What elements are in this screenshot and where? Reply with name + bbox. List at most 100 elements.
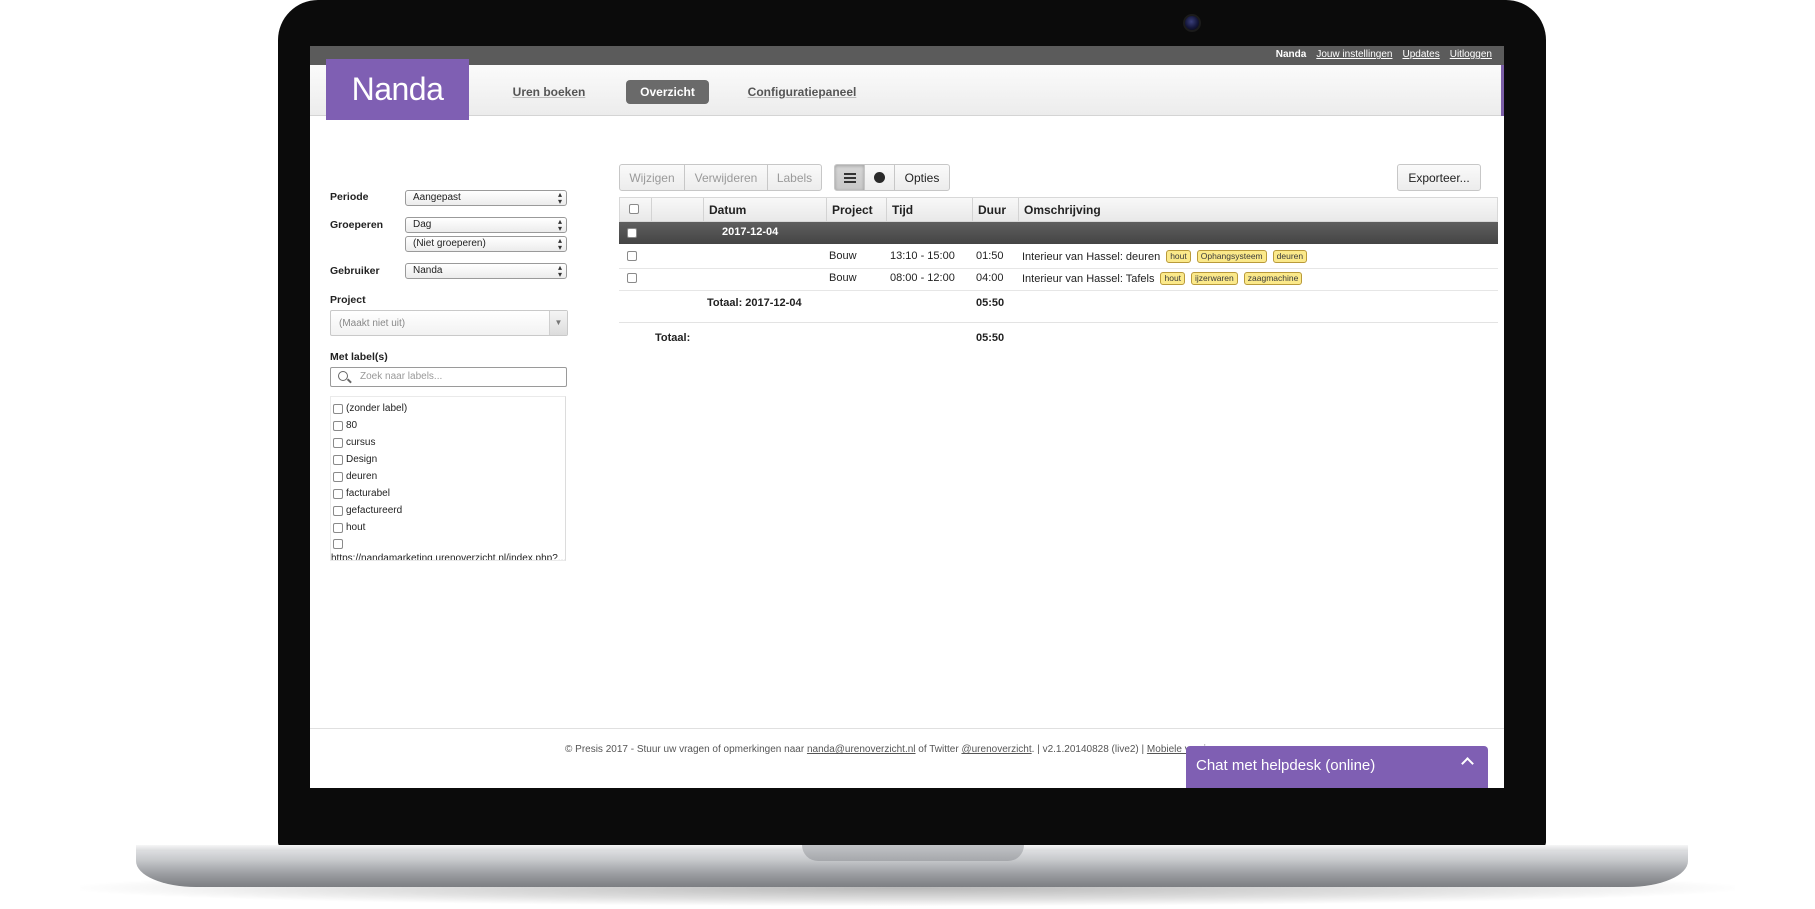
label-option[interactable]: hout (333, 522, 365, 533)
app-screen: Nanda Jouw instellingen Updates Uitlogge… (310, 46, 1504, 788)
column-divider (703, 198, 704, 221)
chevron-up-icon[interactable] (1461, 757, 1474, 770)
column-divider (972, 198, 973, 221)
col-omschrijving[interactable]: Omschrijving (1024, 203, 1101, 217)
label-text: gefactureerd (346, 505, 403, 516)
total-label: Totaal: (655, 332, 691, 344)
checkbox[interactable] (333, 471, 343, 482)
select-all-checkbox[interactable] (629, 204, 639, 214)
labels-button[interactable]: Labels (767, 164, 822, 191)
tag-badge[interactable]: Ophangsysteem (1196, 250, 1267, 263)
gebruiker-value: Nanda (413, 265, 443, 276)
select-arrows-icon: ▴ ▾ (557, 236, 562, 252)
checkbox[interactable] (333, 403, 343, 414)
omschrijving-text: Interieur van Hassel: Tafels (1022, 273, 1155, 285)
wijzigen-button[interactable]: Wijzigen (619, 164, 685, 191)
cell-omschrijving: Interieur van Hassel: Tafels hout ijzerwar… (1022, 272, 1303, 285)
verwijderen-button[interactable]: Verwijderen (684, 164, 768, 191)
label-url-text: https://nandamarketing.urenoverzicht.nl/… (331, 553, 566, 561)
label-option[interactable]: (zonder label) (333, 403, 407, 414)
logout-link[interactable]: Uitloggen (1450, 49, 1492, 60)
groeperen-select-2[interactable]: (Niet groeperen) ▴ ▾ (405, 236, 567, 252)
total-value: 05:50 (976, 332, 1005, 344)
groeperen-value-2: (Niet groeperen) (413, 238, 486, 249)
exporteer-button[interactable]: Exporteer... (1397, 164, 1481, 191)
tab-overzicht[interactable]: Overzicht (626, 80, 709, 104)
column-divider (651, 198, 652, 221)
list-view-button[interactable] (834, 164, 865, 191)
label-option[interactable]: Design (333, 454, 377, 465)
list-icon (843, 172, 856, 183)
cell-tijd: 13:10 - 15:00 (890, 250, 955, 262)
checkbox[interactable] (333, 505, 343, 516)
tag-badge[interactable]: ijzerwaren (1191, 272, 1238, 285)
tag-badge[interactable]: hout (1160, 272, 1186, 285)
tab-configuratiepaneel[interactable]: Configuratiepaneel (742, 80, 862, 104)
checkbox[interactable] (333, 539, 343, 549)
footer-text: of Twitter (915, 744, 962, 755)
col-project[interactable]: Project (832, 203, 873, 217)
periode-select[interactable]: Aangepast ▴ ▾ (405, 190, 567, 206)
label-option[interactable]: facturabel (333, 488, 390, 499)
label-text: deuren (346, 471, 378, 482)
group-checkbox[interactable] (627, 228, 637, 238)
tag-badge[interactable]: zaagmachine (1243, 272, 1303, 285)
label-option[interactable]: gefactureerd (333, 505, 402, 516)
select-arrows-icon: ▴ ▾ (557, 190, 562, 206)
periode-label: Periode (330, 191, 369, 203)
cell-duur: 04:00 (976, 272, 1004, 284)
webcam-icon (1183, 14, 1201, 32)
opties-button[interactable]: Opties (894, 164, 950, 191)
brand-logo[interactable]: Nanda (326, 59, 469, 120)
subtotal-label: Totaal: 2017-12-04 (707, 297, 802, 309)
tag-badge[interactable]: deuren (1272, 250, 1308, 263)
checkbox[interactable] (333, 437, 343, 448)
label-option[interactable] (333, 539, 346, 549)
col-datum[interactable]: Datum (709, 203, 746, 217)
email-link[interactable]: nanda@urenoverzicht.nl (807, 744, 916, 755)
checkbox[interactable] (333, 420, 343, 431)
select-arrows-icon: ▴ ▾ (557, 263, 562, 279)
project-placeholder: (Maakt niet uit) (339, 318, 406, 329)
label-text: facturabel (346, 488, 390, 499)
group-row[interactable]: 2017-12-04 (619, 222, 1498, 244)
col-tijd[interactable]: Tijd (892, 203, 913, 217)
calendar-view-button[interactable] (864, 164, 895, 191)
row-checkbox[interactable] (627, 251, 637, 261)
labels-list[interactable]: (zonder label) 80 cursus Design deuren f… (330, 396, 566, 561)
groeperen-select[interactable]: Dag ▴ ▾ (405, 217, 567, 233)
cell-project: Bouw (829, 272, 857, 284)
header-accent (1501, 65, 1504, 116)
gebruiker-select[interactable]: Nanda ▴ ▾ (405, 263, 567, 279)
chat-helpdesk-widget[interactable]: Chat met helpdesk (online) (1186, 746, 1488, 788)
project-select[interactable]: (Maakt niet uit) ▼ (330, 310, 568, 336)
label-option[interactable]: cursus (333, 437, 375, 448)
table-row[interactable]: Bouw 08:00 - 12:00 04:00 Interieur van H… (619, 266, 1498, 291)
app-header: Uren boeken Overzicht Configuratiepaneel (310, 65, 1504, 116)
label-option[interactable]: deuren (333, 471, 377, 482)
checkbox[interactable] (333, 522, 343, 533)
checkbox[interactable] (333, 454, 343, 465)
label-option[interactable]: 80 (333, 420, 357, 431)
cell-duur: 01:50 (976, 250, 1004, 262)
cell-project: Bouw (829, 250, 857, 262)
col-duur[interactable]: Duur (978, 203, 1006, 217)
tab-uren-boeken[interactable]: Uren boeken (507, 80, 591, 104)
row-checkbox[interactable] (627, 273, 637, 283)
twitter-link[interactable]: @urenoverzicht (961, 744, 1031, 755)
labels-search-placeholder: Zoek naar labels... (360, 371, 443, 382)
laptop-notch (802, 845, 1024, 861)
table-header: Datum Project Tijd Duur Omschrijving (619, 197, 1498, 222)
chevron-down-icon[interactable]: ▼ (549, 311, 567, 335)
label-text: (zonder label) (346, 403, 408, 414)
footer-divider (310, 728, 1504, 729)
labels-label: Met label(s) (330, 351, 388, 363)
checkbox[interactable] (333, 488, 343, 499)
updates-link[interactable]: Updates (1402, 49, 1439, 60)
settings-link[interactable]: Jouw instellingen (1316, 49, 1392, 60)
label-text: Design (346, 454, 378, 465)
tag-badge[interactable]: hout (1166, 250, 1191, 263)
groeperen-label: Groeperen (330, 219, 384, 231)
gebruiker-label: Gebruiker (330, 265, 380, 277)
labels-search-input[interactable]: Zoek naar labels... (330, 367, 567, 387)
